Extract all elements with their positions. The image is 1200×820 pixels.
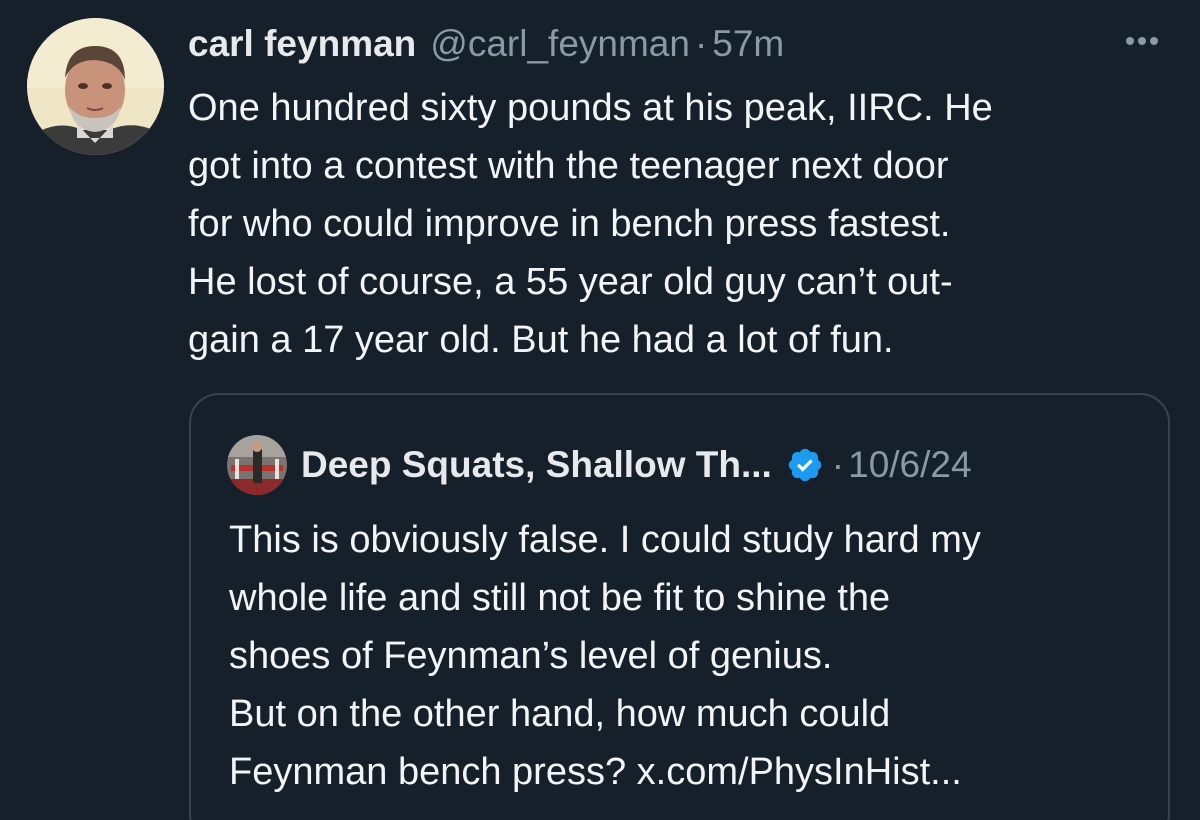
quoted-text-line: Feynman bench press? x.com/PhysInHist... <box>229 751 962 793</box>
quoted-tweet-text: This is obviously false. I could study h… <box>229 511 1159 801</box>
more-dots-icon <box>1126 37 1158 45</box>
tweet-text-line: He lost of course, a 55 year old guy can… <box>188 261 953 303</box>
quoted-text-line: shoes of Feynman’s level of genius. <box>229 635 833 677</box>
quoted-author-avatar[interactable] <box>227 435 287 495</box>
author-handle[interactable]: @carl_feynman <box>430 23 690 65</box>
quoted-header-separator: · <box>831 444 845 485</box>
quoted-avatar-image <box>227 435 287 495</box>
author-avatar[interactable] <box>27 18 164 155</box>
header-separator: · <box>694 23 708 64</box>
quoted-text-line: whole life and still not be fit to shine… <box>229 577 891 619</box>
quoted-text-line: This is obviously false. I could study h… <box>229 519 981 561</box>
author-display-name[interactable]: carl feynman <box>188 23 416 65</box>
tweet-text: One hundred sixty pounds at his peak, II… <box>188 79 1178 369</box>
quoted-tweet-timestamp[interactable]: 10/6/24 <box>848 444 971 486</box>
verified-badge-icon <box>786 446 824 484</box>
tweet-text-line: for who could improve in bench press fas… <box>188 203 951 245</box>
tweet-timestamp[interactable]: 57m <box>712 23 784 65</box>
more-options-button[interactable] <box>1120 24 1164 58</box>
quoted-tweet-header: Deep Squats, Shallow Th... · 10/6/24 <box>301 440 972 490</box>
quoted-text-line: But on the other hand, how much could <box>229 693 891 735</box>
avatar-image <box>27 18 164 155</box>
tweet-text-line: One hundred sixty pounds at his peak, II… <box>188 87 993 129</box>
quoted-author-display-name[interactable]: Deep Squats, Shallow Th... <box>301 444 772 486</box>
tweet-header: carl feynman @carl_feynman · 57m <box>188 18 784 70</box>
tweet: carl feynman @carl_feynman · 57m One hun… <box>0 0 1200 820</box>
quoted-tweet-card[interactable]: Deep Squats, Shallow Th... · 10/6/24 Thi… <box>189 393 1170 820</box>
tweet-text-line: got into a contest with the teenager nex… <box>188 145 949 187</box>
tweet-text-line: gain a 17 year old. But he had a lot of … <box>188 319 894 361</box>
